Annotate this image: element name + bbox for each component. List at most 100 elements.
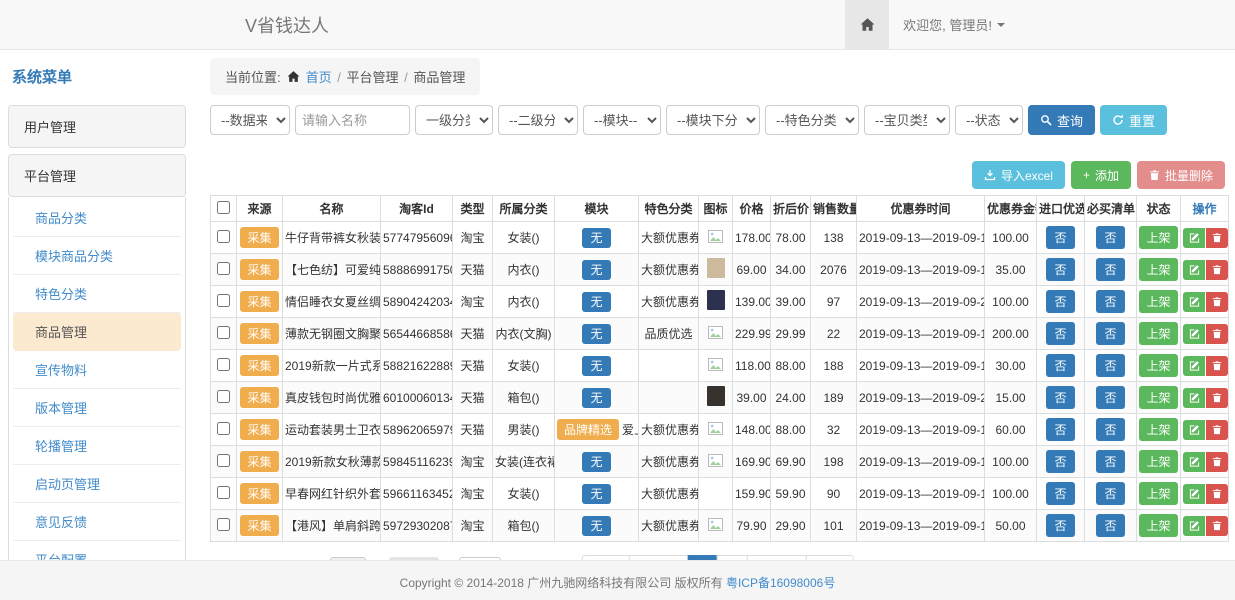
imported-toggle[interactable]: 否: [1046, 450, 1074, 473]
row-checkbox[interactable]: [217, 486, 230, 499]
imported-toggle[interactable]: 否: [1046, 418, 1074, 441]
filter-select-status[interactable]: --状态--: [955, 105, 1023, 135]
must-buy-toggle[interactable]: 否: [1096, 418, 1124, 441]
delete-button[interactable]: [1206, 292, 1228, 312]
row-checkbox[interactable]: [217, 294, 230, 307]
search-button[interactable]: 查询: [1028, 105, 1095, 135]
sidebar-item[interactable]: 意见反馈: [13, 503, 181, 541]
filter-select-item-type[interactable]: --宝贝类型--: [864, 105, 950, 135]
filter-select-level1-category[interactable]: 一级分类: [415, 105, 493, 135]
page-button-上一页[interactable]: 上一页: [628, 555, 688, 561]
imported-toggle[interactable]: 否: [1046, 290, 1074, 313]
delete-button[interactable]: [1206, 324, 1228, 344]
edit-button[interactable]: [1183, 484, 1205, 504]
edit-button[interactable]: [1183, 516, 1205, 536]
must-buy-toggle[interactable]: 否: [1096, 290, 1124, 313]
must-buy-toggle[interactable]: 否: [1096, 322, 1124, 345]
delete-button[interactable]: [1206, 228, 1228, 248]
add-button[interactable]: + 添加: [1071, 161, 1131, 189]
edit-button[interactable]: [1183, 452, 1205, 472]
must-buy-toggle[interactable]: 否: [1096, 482, 1124, 505]
imported-toggle[interactable]: 否: [1046, 514, 1074, 537]
filter-select-module-sub-category[interactable]: --模块下分类--: [666, 105, 760, 135]
edit-button[interactable]: [1183, 388, 1205, 408]
edit-button[interactable]: [1183, 420, 1205, 440]
status-button[interactable]: 上架: [1139, 322, 1177, 345]
row-checkbox[interactable]: [217, 230, 230, 243]
must-buy-toggle[interactable]: 否: [1096, 450, 1124, 473]
row-checkbox[interactable]: [217, 262, 230, 275]
imported-toggle[interactable]: 否: [1046, 354, 1074, 377]
breadcrumb-link-home[interactable]: 首页: [306, 70, 332, 85]
row-checkbox[interactable]: [217, 422, 230, 435]
imported-toggle[interactable]: 否: [1046, 322, 1074, 345]
row-checkbox[interactable]: [217, 390, 230, 403]
status-button[interactable]: 上架: [1139, 258, 1177, 281]
sidebar-section-1[interactable]: 平台管理: [8, 154, 186, 197]
sidebar-item[interactable]: 特色分类: [13, 275, 181, 313]
filter-select-feature-category[interactable]: --特色分类--: [765, 105, 859, 135]
row-checkbox[interactable]: [217, 326, 230, 339]
jump-button[interactable]: 跳转到: [389, 557, 439, 561]
imported-toggle[interactable]: 否: [1046, 482, 1074, 505]
must-buy-toggle[interactable]: 否: [1096, 258, 1124, 281]
imported-toggle[interactable]: 否: [1046, 258, 1074, 281]
page-number-input[interactable]: [459, 557, 501, 561]
edit-button[interactable]: [1183, 228, 1205, 248]
status-button[interactable]: 上架: [1139, 450, 1177, 473]
sidebar-item[interactable]: 平台配置: [13, 541, 181, 560]
select-all-checkbox[interactable]: [217, 201, 230, 214]
must-buy-toggle[interactable]: 否: [1096, 386, 1124, 409]
row-checkbox[interactable]: [217, 454, 230, 467]
status-button[interactable]: 上架: [1139, 418, 1177, 441]
edit-button[interactable]: [1183, 324, 1205, 344]
status-button[interactable]: 上架: [1139, 514, 1177, 537]
delete-button[interactable]: [1206, 484, 1228, 504]
sidebar-item[interactable]: 轮播管理: [13, 427, 181, 465]
must-buy-toggle[interactable]: 否: [1096, 354, 1124, 377]
batch-delete-button[interactable]: 批量删除: [1137, 161, 1225, 189]
imported-toggle[interactable]: 否: [1046, 386, 1074, 409]
must-buy-toggle[interactable]: 否: [1096, 514, 1124, 537]
filter-select-module[interactable]: --模块--: [583, 105, 661, 135]
sidebar-item[interactable]: 启动页管理: [13, 465, 181, 503]
edit-button[interactable]: [1183, 356, 1205, 376]
delete-button[interactable]: [1206, 260, 1228, 280]
page-button-末页[interactable]: 末页: [806, 555, 854, 561]
delete-button[interactable]: [1206, 356, 1228, 376]
sidebar-item[interactable]: 版本管理: [13, 389, 181, 427]
sidebar-item[interactable]: 模块商品分类: [13, 237, 181, 275]
status-button[interactable]: 上架: [1139, 290, 1177, 313]
delete-button[interactable]: [1206, 388, 1228, 408]
sidebar-section-0[interactable]: 用户管理: [8, 105, 186, 148]
page-button-1[interactable]: 1: [687, 555, 718, 561]
sidebar-item[interactable]: 宣传物料: [13, 351, 181, 389]
row-checkbox[interactable]: [217, 518, 230, 531]
sidebar-item[interactable]: 商品分类: [13, 199, 181, 237]
must-buy-toggle[interactable]: 否: [1096, 226, 1124, 249]
reset-button[interactable]: 重置: [1100, 105, 1167, 135]
delete-button[interactable]: [1206, 516, 1228, 536]
status-button[interactable]: 上架: [1139, 354, 1177, 377]
user-menu[interactable]: 欢迎您, 管理员!: [903, 15, 1005, 34]
filter-input-name-search[interactable]: [295, 105, 410, 135]
filter-select-data-source[interactable]: --数据来源--: [210, 105, 290, 135]
row-checkbox[interactable]: [217, 358, 230, 371]
imported-toggle[interactable]: 否: [1046, 226, 1074, 249]
icp-link[interactable]: 粤ICP备16098006号: [726, 576, 835, 590]
status-button[interactable]: 上架: [1139, 226, 1177, 249]
filter-select-level2-category[interactable]: --二级分类--: [498, 105, 578, 135]
edit-button[interactable]: [1183, 260, 1205, 280]
per-page-select[interactable]: 10: [330, 557, 366, 561]
sidebar-item[interactable]: 商品管理: [13, 313, 181, 351]
page-button-下一页[interactable]: 下一页: [747, 555, 807, 561]
status-button[interactable]: 上架: [1139, 386, 1177, 409]
page-button-首页[interactable]: 首页: [581, 555, 629, 561]
home-button[interactable]: [845, 0, 889, 50]
edit-button[interactable]: [1183, 292, 1205, 312]
status-button[interactable]: 上架: [1139, 482, 1177, 505]
page-button-2[interactable]: 2: [717, 555, 748, 561]
delete-button[interactable]: [1206, 452, 1228, 472]
delete-button[interactable]: [1206, 420, 1228, 440]
import-excel-button[interactable]: 导入excel: [972, 161, 1065, 189]
